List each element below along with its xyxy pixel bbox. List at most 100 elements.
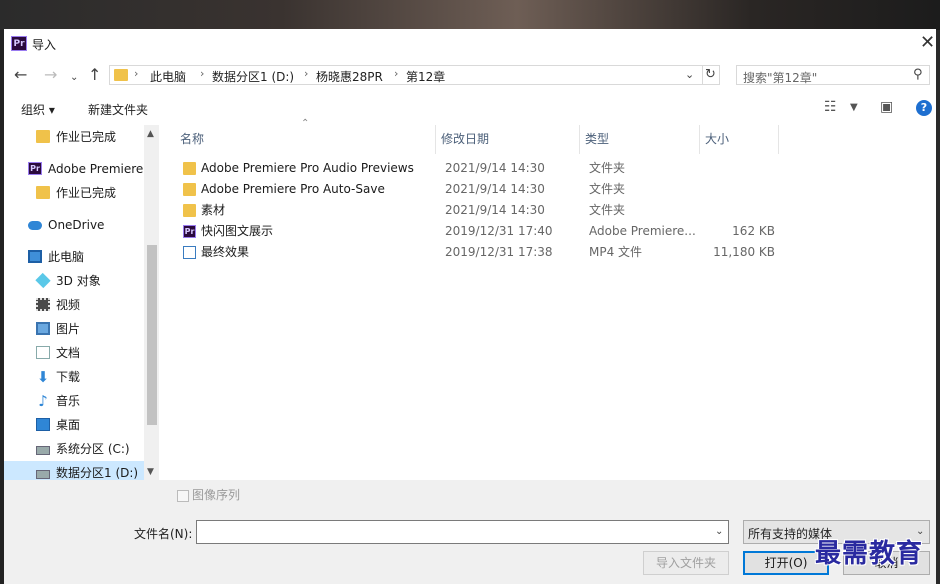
- table-row[interactable]: Pr 快闪图文展示 2019/12/31 17:40 Adobe Premier…: [177, 221, 777, 242]
- column-header-date[interactable]: 修改日期: [441, 125, 489, 154]
- sidebar-item-documents[interactable]: 文档: [26, 341, 159, 365]
- pc-icon: [28, 250, 42, 263]
- premiere-app-icon: Pr: [11, 36, 27, 51]
- background-edge-right: [936, 30, 940, 584]
- column-divider[interactable]: [435, 125, 436, 154]
- file-name: 最终效果: [201, 245, 250, 259]
- file-name: 素材: [201, 203, 226, 217]
- sidebar-item-pictures[interactable]: 图片: [26, 317, 159, 341]
- music-icon: ♪: [38, 392, 48, 410]
- mp4-file-icon: [183, 246, 196, 259]
- address-bar[interactable]: › 此电脑 › 数据分区1 (D:) › 杨晓惠28PR › 第12章 ⌄: [109, 65, 703, 85]
- organize-menu[interactable]: 组织 ▾: [21, 101, 55, 118]
- folder-icon: [36, 130, 50, 143]
- breadcrumb-data-drive[interactable]: 数据分区1 (D:): [212, 68, 294, 85]
- sidebar-item-label: 音乐: [56, 394, 81, 408]
- column-header-type[interactable]: 类型: [585, 125, 609, 154]
- image-sequence-checkbox[interactable]: [177, 490, 189, 502]
- folder-icon: [183, 162, 196, 175]
- file-date: 2021/9/14 14:30: [445, 161, 545, 175]
- file-type: 文件夹: [589, 203, 626, 217]
- import-dialog: Pr 导入 ✕ ← → ⌄ ↑ › 此电脑 › 数据分区1 (D:) › 杨晓惠…: [4, 29, 936, 584]
- image-sequence-label: 图像序列: [192, 488, 241, 502]
- sidebar-item-data-drive[interactable]: 数据分区1 (D:): [4, 461, 144, 480]
- filename-label: 文件名(N):: [134, 527, 193, 541]
- column-divider[interactable]: [699, 125, 700, 154]
- sidebar-item-3d-objects[interactable]: 3D 对象: [26, 269, 159, 293]
- premiere-icon: Pr: [28, 162, 42, 175]
- file-name: 快闪图文展示: [201, 224, 274, 238]
- view-options-icon[interactable]: ☷: [824, 99, 837, 115]
- preview-pane-icon[interactable]: ▣: [880, 99, 893, 115]
- sidebar-item-label: 此电脑: [48, 250, 85, 264]
- column-divider[interactable]: [778, 125, 779, 154]
- import-folder-button[interactable]: 导入文件夹: [643, 551, 729, 575]
- chevron-down-icon[interactable]: ▼: [850, 102, 858, 113]
- sidebar-item-label: Adobe Premiere: [48, 162, 144, 176]
- new-folder-button[interactable]: 新建文件夹: [88, 101, 148, 118]
- drive-icon: [36, 446, 50, 455]
- sidebar-item-videos[interactable]: 视频: [26, 293, 159, 317]
- file-name: Adobe Premiere Pro Audio Previews: [201, 161, 414, 175]
- sidebar-item-label: 系统分区 (C:): [56, 442, 130, 456]
- dialog-footer: 图像序列 文件名(N): ⌄ 所有支持的媒体 ⌄ 导入文件夹 打开(O) 取消: [4, 480, 936, 584]
- close-icon[interactable]: ✕: [920, 33, 935, 53]
- table-row[interactable]: Adobe Premiere Pro Audio Previews 2021/9…: [177, 158, 777, 179]
- download-icon: ⬇: [36, 368, 50, 386]
- forward-arrow-icon[interactable]: →: [44, 66, 57, 84]
- search-icon[interactable]: ⚲: [913, 67, 923, 82]
- watermark-logo: 最需教育: [815, 539, 924, 569]
- up-arrow-icon[interactable]: ↑: [88, 66, 101, 84]
- column-header-size[interactable]: 大小: [705, 125, 729, 154]
- refresh-icon[interactable]: ↻: [702, 65, 720, 85]
- chevron-down-icon[interactable]: ⌄: [685, 68, 694, 81]
- filename-field[interactable]: ⌄: [196, 520, 729, 544]
- sidebar-item-label: 图片: [56, 322, 81, 336]
- file-type: Adobe Premiere...: [589, 224, 696, 238]
- scroll-down-icon[interactable]: ▼: [147, 467, 154, 477]
- help-icon[interactable]: ?: [916, 100, 932, 116]
- sidebar-scrollbar[interactable]: ▲ ▼: [144, 125, 159, 480]
- breadcrumb-this-pc[interactable]: 此电脑: [150, 68, 186, 85]
- navigation-bar: ← → ⌄ ↑ › 此电脑 › 数据分区1 (D:) › 杨晓惠28PR › 第…: [4, 60, 936, 90]
- sidebar-item-label: 文档: [56, 346, 81, 360]
- file-date: 2021/9/14 14:30: [445, 203, 545, 217]
- breadcrumb-separator: ›: [394, 67, 399, 80]
- back-arrow-icon[interactable]: ←: [14, 66, 27, 84]
- search-box[interactable]: 搜索"第12章" ⚲: [736, 65, 930, 85]
- column-header-name[interactable]: 名称: [180, 125, 204, 154]
- search-input[interactable]: 搜索"第12章": [743, 69, 817, 86]
- sidebar-item-music[interactable]: ♪ 音乐: [26, 389, 159, 413]
- sidebar-item-desktop[interactable]: 桌面: [26, 413, 159, 437]
- sidebar-item-downloads[interactable]: ⬇ 下载: [26, 365, 159, 389]
- desktop-icon: [36, 418, 50, 431]
- sidebar-item-label: 桌面: [56, 418, 81, 432]
- breadcrumb-separator: ›: [200, 67, 205, 80]
- folder-icon: [36, 186, 50, 199]
- table-row[interactable]: 最终效果 2019/12/31 17:38 MP4 文件 11,180 KB: [177, 242, 777, 263]
- sidebar-item-label: OneDrive: [48, 218, 105, 232]
- sidebar-item-onedrive[interactable]: OneDrive: [18, 213, 158, 237]
- table-row[interactable]: Adobe Premiere Pro Auto-Save 2021/9/14 1…: [177, 179, 777, 200]
- scrollbar-thumb[interactable]: [147, 245, 157, 425]
- breadcrumb-separator: ›: [304, 67, 309, 80]
- sidebar-item-homework-done[interactable]: 作业已完成: [26, 125, 159, 149]
- sidebar-item-label: 作业已完成: [56, 186, 117, 200]
- sidebar-item-system-drive[interactable]: 系统分区 (C:): [26, 437, 159, 461]
- onedrive-icon: [28, 221, 42, 230]
- sidebar-item-adobe-premiere[interactable]: Pr Adobe Premiere: [18, 157, 158, 181]
- breadcrumb-project-folder[interactable]: 杨晓惠28PR: [316, 68, 383, 85]
- folder-icon: [183, 183, 196, 196]
- sidebar-item-this-pc[interactable]: 此电脑: [18, 245, 158, 269]
- recent-locations-chevron-icon[interactable]: ⌄: [70, 69, 78, 87]
- chevron-down-icon[interactable]: ⌄: [715, 526, 723, 537]
- sidebar-item-homework-done-2[interactable]: 作业已完成: [26, 181, 159, 205]
- table-row[interactable]: 素材 2021/9/14 14:30 文件夹: [177, 200, 777, 221]
- file-size: 11,180 KB: [713, 245, 775, 259]
- breadcrumb-chapter-folder[interactable]: 第12章: [406, 68, 445, 85]
- command-toolbar: 组织 ▾ 新建文件夹 ☷ ▼ ▣ ?: [4, 93, 936, 125]
- sidebar-item-label: 3D 对象: [56, 274, 101, 288]
- file-type: 文件夹: [589, 161, 626, 175]
- scroll-up-icon[interactable]: ▲: [147, 129, 154, 139]
- column-divider[interactable]: [579, 125, 580, 154]
